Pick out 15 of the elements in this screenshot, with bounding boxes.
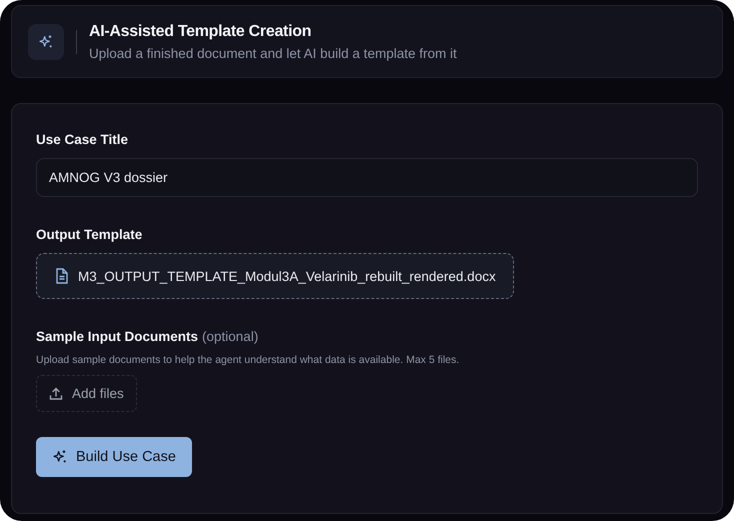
- help-text: Upload sample documents to help the agent understand what data is available. Max 5 files.: [36, 354, 460, 366]
- field-label: Sample Input Documents: [36, 329, 198, 344]
- add-files-button[interactable]: Add files: [36, 375, 137, 412]
- sparkle-icon: [52, 449, 68, 465]
- optional-note: (optional): [202, 329, 258, 344]
- title-input-field[interactable]: AMNOG V3 dossier: [36, 158, 698, 197]
- field-label: Use Case Title: [36, 132, 128, 147]
- file-name: M3_OUTPUT_TEMPLATE_Modul3A_Velarinib_rebuilt_rendered.docx: [78, 268, 496, 284]
- upload-icon: [49, 386, 63, 400]
- page-subtitle: Upload a finished document and let AI build a template from it: [89, 46, 457, 60]
- document-icon: [55, 268, 69, 284]
- sparkle-icon: [28, 24, 64, 60]
- file-drop-zone[interactable]: M3_OUTPUT_TEMPLATE_Modul3A_Velarinib_rebuilt_rendered.docx: [36, 253, 514, 299]
- field-label: Output Template: [36, 227, 142, 242]
- page-title: AI-Assisted Template Creation: [89, 22, 312, 40]
